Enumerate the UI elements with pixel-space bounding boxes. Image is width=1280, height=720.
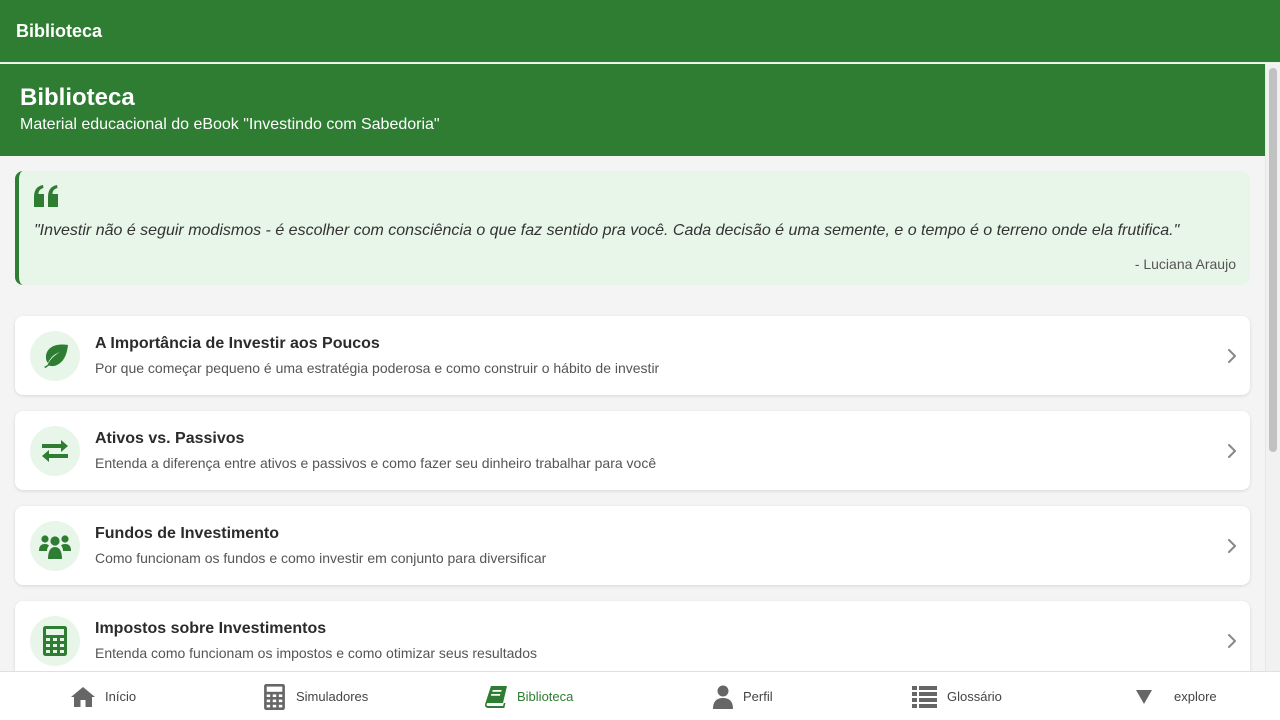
chevron-right-icon [1228,538,1236,553]
leaf-icon [44,343,68,368]
app-title: Biblioteca [16,20,103,41]
chevron-right-icon [1228,633,1236,648]
card-description: Entenda a diferença entre ativos e passi… [95,455,657,471]
card-icon-wrap [30,425,80,476]
nav-item-inicio[interactable]: Início [71,672,136,720]
card-text: A Importância de Investir aos Poucos Por… [95,335,659,376]
triangle-down-icon [1136,689,1152,704]
nav-item-glossario[interactable]: Glossário [912,672,1002,720]
card-description: Como funcionam os fundos e como investir… [95,550,547,566]
book-icon [485,685,507,708]
nav-item-biblioteca[interactable]: Biblioteca [485,672,573,720]
main-content: Biblioteca Material educacional do eBook… [0,64,1265,671]
exchange-icon [42,439,68,462]
nav-label: Início [105,689,137,704]
card-description: Entenda como funcionam os impostos e com… [95,645,537,661]
card-icon-wrap [30,520,80,571]
user-icon [713,685,733,709]
card-title: A Importância de Investir aos Poucos [95,335,380,352]
scrollbar-thumb[interactable] [1269,68,1277,452]
card-title: Fundos de Investimento [95,525,280,542]
list-icon [912,685,937,708]
card-title: Impostos sobre Investimentos [95,620,327,637]
card-title: Ativos vs. Passivos [95,430,245,447]
card-description: Por que começar pequeno é uma estratégia… [95,360,660,376]
calculator-icon [43,625,67,656]
card-icon-wrap [30,330,80,381]
topic-card-fundos-investimento[interactable]: Fundos de Investimento Como funcionam os… [15,506,1250,585]
topic-list: A Importância de Investir aos Poucos Por… [0,285,1265,671]
quote-icon [34,185,58,207]
chevron-right-icon [1228,443,1236,458]
card-text: Impostos sobre Investimentos Entenda com… [95,620,537,661]
nav-label: Biblioteca [517,689,574,704]
nav-label: Simuladores [296,689,369,704]
chevron-right-icon [1228,348,1236,363]
card-text: Ativos vs. Passivos Entenda a diferença … [95,430,656,471]
scrollbar[interactable] [1265,64,1280,671]
calculator-icon [264,683,285,710]
nav-label: Perfil [743,689,773,704]
card-text: Fundos de Investimento Como funcionam os… [95,525,546,566]
topic-card-ativos-passivos[interactable]: Ativos vs. Passivos Entenda a diferença … [15,411,1250,490]
app-header: Biblioteca [0,0,1280,63]
quote-author: - Luciana Araujo [1134,256,1236,272]
topic-card-impostos[interactable]: Impostos sobre Investimentos Entenda com… [15,601,1250,671]
quote-box: "Investir não é seguir modismos - é esco… [15,171,1250,285]
nav-label: Glossário [947,689,1002,704]
nav-item-simuladores[interactable]: Simuladores [263,672,368,720]
nav-item-explore[interactable]: explore [1136,672,1217,720]
home-icon [71,686,95,707]
page-header: Biblioteca Material educacional do eBook… [0,64,1265,156]
nav-label: explore [1174,689,1217,704]
bottom-navigation: Início Simuladores Biblioteca Perfil Glo… [0,671,1280,720]
topic-card-investir-aos-poucos[interactable]: A Importância de Investir aos Poucos Por… [15,316,1250,395]
nav-item-perfil[interactable]: Perfil [713,672,773,720]
users-icon [39,534,71,559]
page-subtitle: Material educacional do eBook "Investind… [20,116,440,133]
card-icon-wrap [30,615,80,666]
quote-text: "Investir não é seguir modismos - é esco… [34,222,1180,239]
scroll-area[interactable]: Biblioteca Material educacional do eBook… [0,64,1280,671]
page-title: Biblioteca [20,84,135,111]
